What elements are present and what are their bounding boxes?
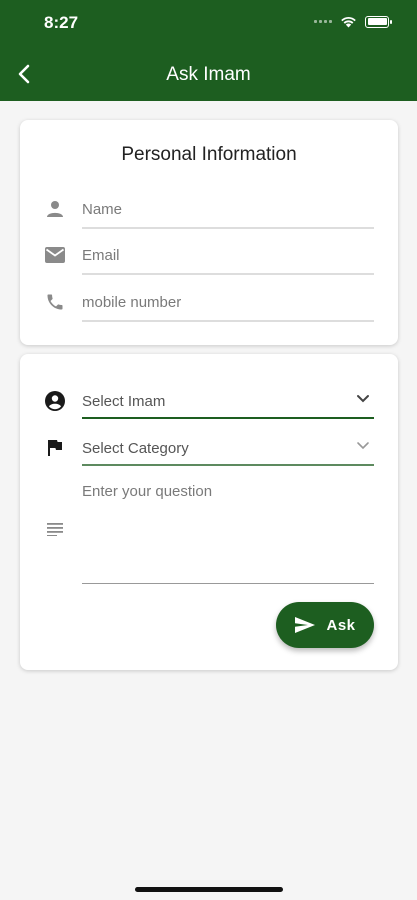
flag-icon [44,437,66,459]
battery-icon [365,15,392,28]
account-circle-icon [44,390,66,412]
mail-icon [44,244,66,266]
page-title: Ask Imam [166,64,251,85]
status-icons [314,15,392,28]
name-underline [82,227,374,229]
notes-icon [44,518,66,540]
question-input[interactable]: Enter your question [44,480,374,586]
question-underline [82,583,374,584]
ask-button-label: Ask [326,616,356,634]
imam-underline [82,417,374,419]
category-select[interactable]: Select Category [44,435,374,479]
app-bar: 8:27 Ask Imam [0,0,417,101]
person-icon [44,198,66,220]
wifi-icon [341,16,356,28]
chevron-down-icon [357,442,369,450]
personal-info-title: Personal Information [121,144,297,165]
signal-icon [314,20,332,23]
chevron-down-icon [357,395,369,403]
email-placeholder: Email [82,247,120,264]
email-field[interactable]: Email [44,242,374,286]
mobile-field[interactable]: mobile number [44,289,374,333]
ask-button[interactable]: Ask [276,602,374,648]
imam-select[interactable]: Select Imam [44,388,374,432]
phone-icon [44,291,66,313]
category-underline [82,464,374,466]
category-select-label: Select Category [82,440,189,457]
name-placeholder: Name [82,201,123,218]
status-time: 8:27 [44,13,79,32]
send-icon [295,617,316,633]
home-indicator[interactable] [135,887,283,892]
mobile-placeholder: mobile number [82,294,182,311]
mobile-underline [82,320,374,322]
personal-info-card: Personal Information Name Email mobile n… [20,120,398,345]
email-underline [82,273,374,275]
name-field[interactable]: Name [44,196,374,240]
question-placeholder: Enter your question [82,483,213,500]
imam-select-label: Select Imam [82,393,166,410]
